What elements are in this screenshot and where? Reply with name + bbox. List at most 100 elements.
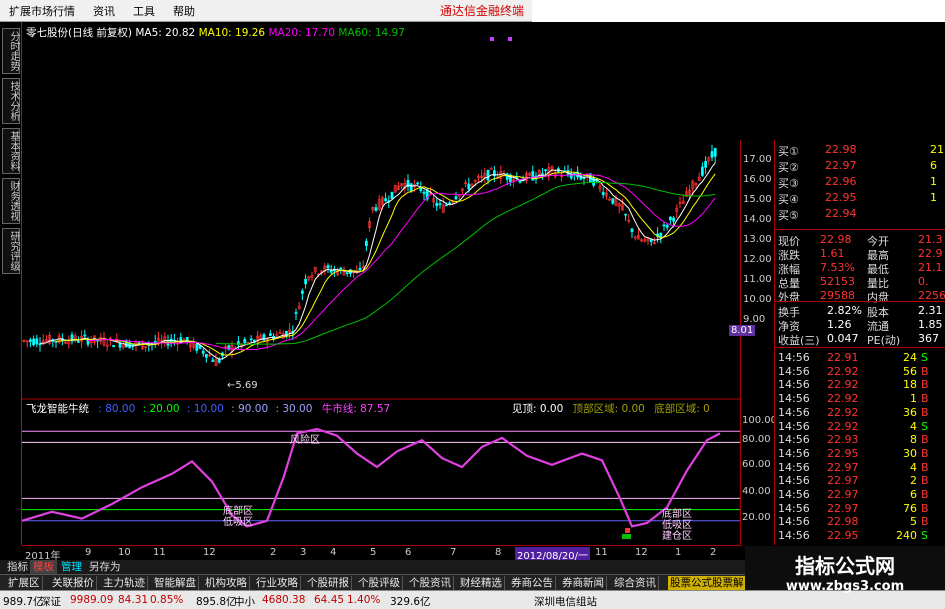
bid-row: 买② 22.97 6 xyxy=(775,159,945,174)
time-tick: 5 xyxy=(370,547,377,558)
bid-label: 买④ xyxy=(778,193,799,206)
tick-volume: 2 xyxy=(910,474,917,488)
tab-fundamental[interactable]: 基本资料 xyxy=(2,128,20,174)
quote-stat-row: 涨跌 1.61 最高 22.9 xyxy=(775,247,945,262)
tick-price: 22.92 xyxy=(827,364,859,378)
time-tick: 11 xyxy=(153,547,166,558)
chart-canvas xyxy=(22,37,740,539)
stat-value: 22.9 xyxy=(918,247,943,260)
candle-body xyxy=(195,343,199,351)
func-tab[interactable]: 券商新闻 xyxy=(560,576,607,590)
ind-v1: : 80.00 xyxy=(98,403,136,415)
func-tab[interactable]: 机构攻略 xyxy=(203,576,250,590)
tick-direction: B xyxy=(921,378,929,392)
ind-bottom-zone: 底部区域: 0 xyxy=(654,403,710,415)
time-axis: 2011年 9 10 11 12 2 3 4 5 6 7 8 2012/08/20/一 11 12 1 2 xyxy=(22,545,742,562)
indicator-legend: 飞龙智能牛统 : 80.00 : 20.00 : 10.00 : 90.00 :… xyxy=(26,401,390,416)
candle-body xyxy=(38,343,42,346)
time-tick: 7 xyxy=(450,547,457,558)
tick-row: 14:56 22.92 1 B xyxy=(775,392,945,406)
menu-help[interactable]: 帮助 xyxy=(164,3,204,19)
candle-body xyxy=(649,239,653,243)
time-tick: 9 xyxy=(85,547,92,558)
tab-save-as[interactable]: 另存为 xyxy=(86,560,124,574)
func-tab[interactable]: 券商公告 xyxy=(509,576,556,590)
price-tick: 11.00 xyxy=(743,274,772,285)
candle-body xyxy=(531,171,535,181)
candle-body xyxy=(489,168,493,170)
tick-time: 14:56 xyxy=(778,501,810,515)
tick-time: 14:56 xyxy=(778,529,810,543)
tick-direction: S xyxy=(921,529,928,543)
candle-body xyxy=(665,224,669,228)
quote-stat-row: 净资 1.26 流通 1.85 xyxy=(775,318,945,333)
tick-volume: 4 xyxy=(910,419,917,433)
tick-row: 14:56 22.92 56 B xyxy=(775,365,945,379)
candle-body xyxy=(713,147,717,157)
tab-intraday[interactable]: 分时走势 xyxy=(2,28,20,74)
price-tick: 16.00 xyxy=(743,174,772,185)
tick-row: 14:56 22.91 24 S xyxy=(775,351,945,365)
time-tick: 3 xyxy=(300,547,307,558)
stat-value: 2.31 xyxy=(918,304,943,317)
low-price-label: ←5.69 xyxy=(227,380,258,391)
candle-body xyxy=(300,290,304,294)
candle-body xyxy=(659,232,663,238)
func-tab[interactable]: 股票公式股票解 xyxy=(668,576,747,590)
tick-volume: 56 xyxy=(903,364,917,378)
menu-info[interactable]: 资讯 xyxy=(84,3,124,19)
func-tab[interactable]: 综合资讯 xyxy=(612,576,659,590)
candle-body xyxy=(467,183,471,190)
func-tab[interactable]: 关联报价 xyxy=(50,576,97,590)
tick-price: 22.91 xyxy=(827,351,859,364)
ma5-line xyxy=(40,162,716,360)
menu-bar: 扩展市场行情 资讯 工具 帮助 通达信金融终端 xyxy=(0,0,532,22)
time-tick: 8 xyxy=(495,547,502,558)
tab-indicator[interactable]: 指标 xyxy=(4,560,31,574)
candle-body xyxy=(32,338,36,346)
func-tab[interactable]: 行业攻略 xyxy=(254,576,301,590)
buy-signal-marker xyxy=(622,534,631,539)
tick-time: 14:56 xyxy=(778,446,810,460)
time-tick: 2 xyxy=(270,547,277,558)
func-tab[interactable]: 财经精选 xyxy=(458,576,505,590)
func-tab[interactable]: 个股评级 xyxy=(356,576,403,590)
candle-body xyxy=(630,228,634,233)
tick-row: 14:56 22.93 8 B xyxy=(775,433,945,447)
kline-chart[interactable]: 零七股份(日线 前复权) MA5: 20.82 MA10: 19.26 MA20… xyxy=(22,22,777,545)
tab-template[interactable]: 模板 xyxy=(30,560,57,574)
func-tab[interactable]: 主力轨迹 xyxy=(101,576,148,590)
tab-finance[interactable]: 财务透视 xyxy=(2,178,20,224)
func-tab[interactable]: 扩展区 xyxy=(6,576,43,590)
price-tick: 10.00 xyxy=(743,294,772,305)
candle-body xyxy=(364,240,368,246)
candle-body xyxy=(444,204,448,207)
tick-direction: B xyxy=(921,446,929,460)
tick-price: 22.98 xyxy=(827,515,859,529)
time-tick: 4 xyxy=(330,547,337,558)
tab-rating[interactable]: 研究评级 xyxy=(2,228,20,274)
menu-tools[interactable]: 工具 xyxy=(124,3,164,19)
stat-value: 21.1 xyxy=(918,261,943,274)
tab-manage[interactable]: 管理 xyxy=(58,560,85,574)
func-tab[interactable]: 个股资讯 xyxy=(407,576,454,590)
ma60-label: MA60: 14.97 xyxy=(338,27,405,39)
status-volume-3: 329.6亿 xyxy=(390,596,431,608)
stat-label: PE(动) xyxy=(867,334,901,347)
tick-time: 14:56 xyxy=(778,378,810,392)
status-index-pct-1: 0.85% xyxy=(150,594,184,606)
tick-time: 14:56 xyxy=(778,364,810,378)
tick-direction: B xyxy=(921,392,929,406)
tab-technical[interactable]: 技术分析 xyxy=(2,78,20,124)
func-tab[interactable]: 智能解盘 xyxy=(152,576,199,590)
tick-row: 14:56 22.97 2 B xyxy=(775,474,945,488)
tick-time: 14:56 xyxy=(778,433,810,447)
candle-body xyxy=(518,180,522,183)
candle-body xyxy=(326,265,330,269)
bid-price: 22.96 xyxy=(825,175,857,188)
func-tab[interactable]: 个股研报 xyxy=(305,576,352,590)
stat-value: 2.82% xyxy=(827,304,862,317)
price-tick: 14.00 xyxy=(743,214,772,225)
menu-ext-market[interactable]: 扩展市场行情 xyxy=(0,3,84,19)
stat-value: 52153 xyxy=(820,275,855,288)
